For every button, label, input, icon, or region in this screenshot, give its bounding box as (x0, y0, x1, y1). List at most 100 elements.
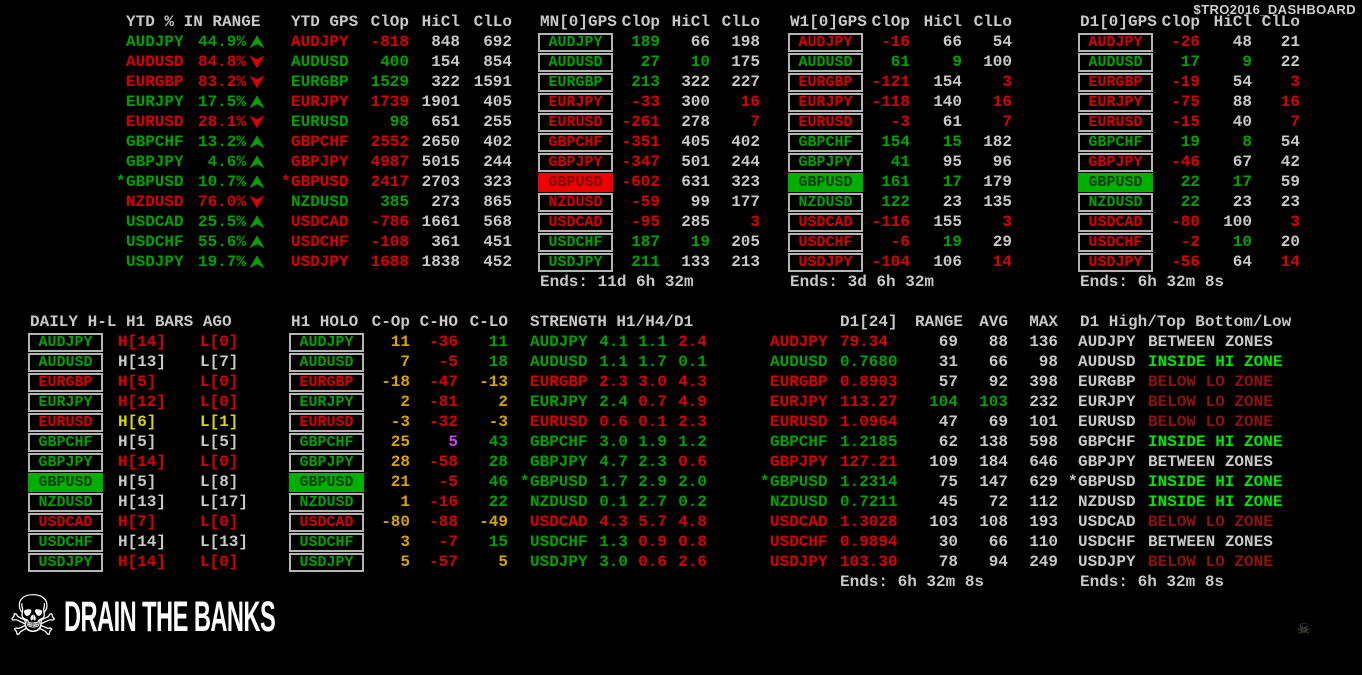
row-audusd: AUDUSD 84.8% (116, 52, 268, 72)
pair-label-box: GBPJPY (28, 452, 103, 472)
row-eurusd: EURUSD BELOW LO ZONE (1068, 412, 1338, 432)
row-usdchf: USDCHF -2 10 20 (1068, 232, 1300, 252)
value-cell: 5.7 (638, 513, 667, 531)
pair-cell: GBPJPY (289, 452, 364, 472)
dashboard-title: $TRO2016_DASHBOARD (1193, 2, 1356, 17)
row-eurusd: EURUSD H[6] L[1] (18, 412, 285, 432)
pair-label-box: GBPJPY (1078, 152, 1153, 172)
row-usdjpy: USDJPY 211 133 213 (528, 252, 760, 272)
value-cell: -5 (438, 353, 458, 371)
row-audusd: AUDUSD INSIDE HI ZONE (1068, 352, 1338, 372)
value-cell: -19 (1171, 73, 1200, 91)
logo: ☠ DRAIN THE BANKS (8, 586, 448, 648)
row-audusd: AUDUSD 61 9 100 (778, 52, 1012, 72)
value-cell: 42 (1280, 153, 1300, 171)
row-gbpchf: GBPCHF 1.2185 62 138 598 (760, 432, 1058, 452)
row-gbpchf: GBPCHF H[5] L[5] (18, 432, 285, 452)
row-usdchf: USDCHF 55.6% (116, 232, 268, 252)
value-cell: 18 (488, 353, 508, 371)
value-cell: 452 (483, 253, 512, 271)
column-header: C-LO (469, 313, 508, 331)
row-eurjpy: EURJPY -33 300 16 (528, 92, 760, 112)
pair-cell: EURUSD (538, 112, 613, 132)
value-cell: 127.21 (840, 453, 898, 471)
pair-cell: GBPUSD (788, 172, 863, 192)
value-cell: 61 (890, 53, 910, 71)
pair-label-box: EURGBP (289, 372, 364, 392)
value-cell: 16 (1280, 93, 1300, 111)
value-cell: 3.0 (599, 553, 628, 571)
row-gbpchf: GBPCHF 154 15 182 (778, 132, 1012, 152)
row-usdchf: USDCHF 1.3 0.9 0.8 (520, 532, 707, 552)
pair-label: GBPJPY (126, 153, 184, 171)
row-audjpy: AUDJPY BETWEEN ZONES (1068, 332, 1338, 352)
pair-label: USDCHF (770, 533, 828, 551)
value-cell: BELOW LO ZONE (1148, 513, 1273, 531)
row-eurjpy: EURJPY BELOW LO ZONE (1068, 392, 1338, 412)
value-cell: 322 (681, 73, 710, 91)
pair-label-box: USDJPY (1078, 252, 1153, 272)
row-eurusd: EURUSD 98 651 255 (281, 112, 512, 132)
pair-label-box: EURGBP (28, 372, 103, 392)
pair-label-box: USDCHF (289, 532, 364, 552)
value-cell: 23 (1232, 193, 1252, 211)
value-cell: 629 (1029, 473, 1058, 491)
value-cell: BETWEEN ZONES (1148, 533, 1273, 551)
value-cell: 54 (992, 33, 1012, 51)
value-cell: 14 (992, 253, 1012, 271)
value-cell: -26 (1171, 33, 1200, 51)
pair-label: GBPCHF (770, 433, 828, 451)
pair-label: EURGBP (291, 73, 349, 91)
pair-label-box: USDCHF (28, 532, 103, 552)
pair-cell: AUDJPY (28, 332, 103, 352)
value-cell: -80 (1171, 213, 1200, 231)
trend-up-icon (249, 155, 265, 169)
row-gbpusd: GBPUSD 161 17 179 (778, 172, 1012, 192)
value-cell: 5 (448, 433, 458, 451)
value-cell: 25.5% (197, 213, 246, 231)
value-cell: 28.1% (197, 113, 246, 131)
pair-cell: GBPJPY (788, 152, 863, 172)
row-gbpjpy: GBPJPY BETWEEN ZONES (1068, 452, 1338, 472)
trend-cell (246, 252, 268, 272)
row-usdchf: USDCHF 187 19 205 (528, 232, 760, 252)
row-eurjpy: EURJPY -118 140 16 (778, 92, 1012, 112)
pair-cell: USDCHF (538, 232, 613, 252)
value-cell: -56 (1171, 253, 1200, 271)
value-cell: 103 (929, 513, 958, 531)
value-cell: 211 (631, 253, 660, 271)
value-cell: 0.7680 (840, 353, 898, 371)
value-cell: 385 (380, 193, 409, 211)
pair-label: GBPUSD (770, 473, 828, 491)
value-cell: 19.7% (197, 253, 246, 271)
value-cell: 402 (483, 133, 512, 151)
value-cell: 323 (731, 173, 760, 191)
value-cell: 66 (988, 533, 1008, 551)
value-cell: 2.9 (638, 473, 667, 491)
pair-cell: AUDJPY (538, 32, 613, 52)
value-cell: 10 (1232, 233, 1252, 251)
value-cell: 5 (400, 553, 410, 571)
pair-cell: EURJPY (28, 392, 103, 412)
value-cell: 133 (681, 253, 710, 271)
value-cell: 1.2314 (840, 473, 898, 491)
ends-countdown: Ends: 6h 32m 8s (840, 573, 985, 591)
row-eurgbp: EURGBP BELOW LO ZONE (1068, 372, 1338, 392)
value-cell: 0.1 (638, 413, 667, 431)
ends-countdown: Ends: 6h 32m 8s (1080, 273, 1225, 291)
trend-up-icon (249, 135, 265, 149)
column-header: ClOp (370, 13, 409, 31)
value-cell: 109 (929, 453, 958, 471)
pair-cell: USDCAD (1078, 212, 1153, 232)
value-cell: 61 (942, 113, 962, 131)
row-usdcad: USDCAD -116 155 3 (778, 212, 1012, 232)
row-gbpjpy: GBPJPY -46 67 42 (1068, 152, 1300, 172)
value-cell: H[5] (118, 473, 157, 491)
value-cell: 0.8 (678, 533, 707, 551)
value-cell: 19 (690, 233, 710, 251)
value-cell: 22 (1180, 193, 1200, 211)
row-eurusd: EURUSD 0.6 0.1 2.3 (520, 412, 707, 432)
value-cell: 30 (938, 533, 958, 551)
pair-cell: USDCHF (289, 532, 364, 552)
pair-label: EURJPY (770, 393, 828, 411)
